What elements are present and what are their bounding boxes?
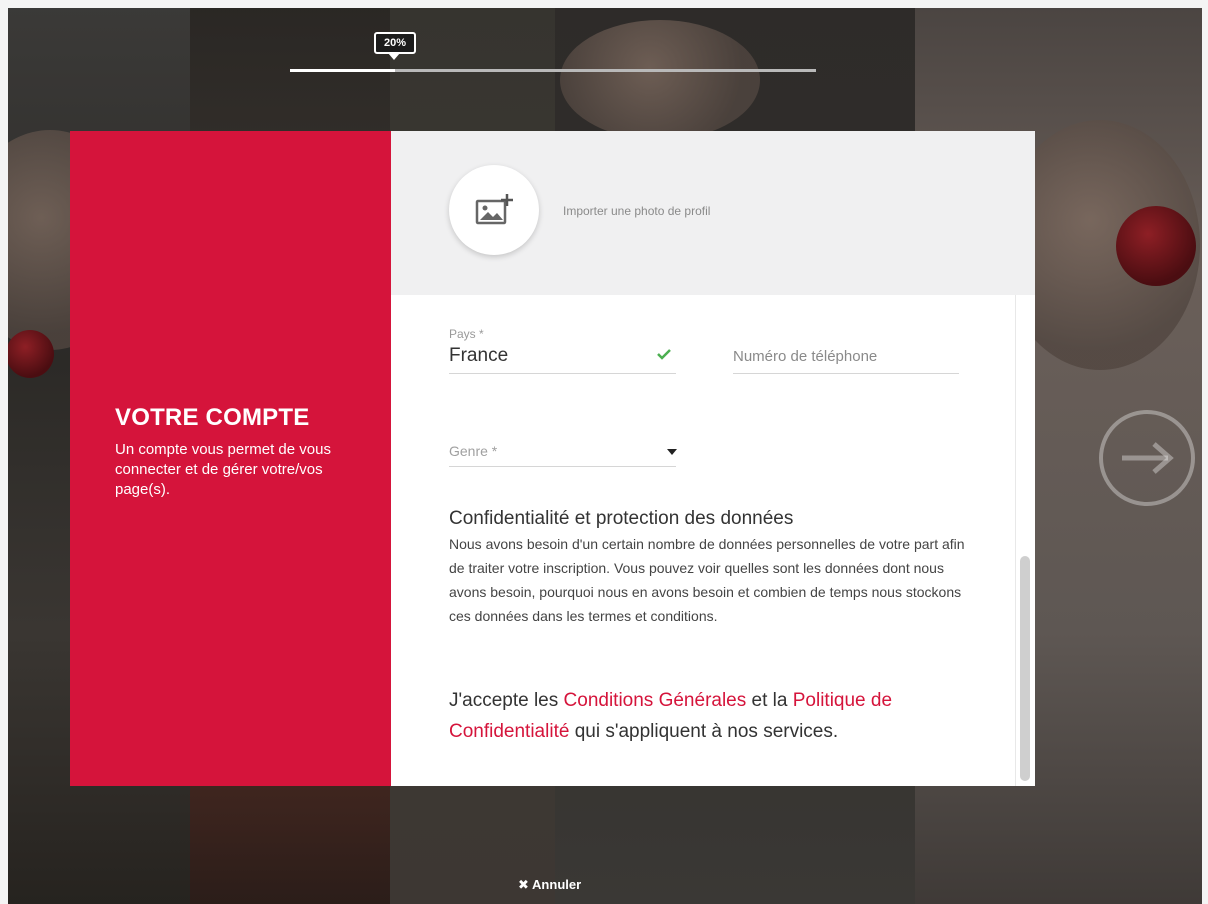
terms-suffix: qui s'appliquent à nos services. [569,721,839,742]
genre-select[interactable]: Genre * [449,443,497,459]
cancel-label: Annuler [532,877,582,892]
terms-prefix: J'accepte les [449,690,564,711]
registration-form-card: Importer une photo de profil Pays * Fran… [391,131,1035,786]
check-icon [657,349,671,360]
progress-bar [290,69,816,72]
privacy-title: Confidentialité et protection des donnée… [449,508,794,529]
panel-title: VOTRE COMPTE [115,404,310,431]
account-info-panel: VOTRE COMPTE Un compte vous permet de vo… [70,131,391,786]
cancel-button[interactable]: ✖ Annuler [518,877,581,893]
page-border [0,0,8,904]
terms-acceptance: J'accepte les Conditions Générales et la… [449,685,979,747]
registration-form: Pays * France Numéro de téléphone Genre … [391,295,1015,786]
profile-photo-section: Importer une photo de profil [391,131,1035,295]
upload-photo-button[interactable] [449,165,539,255]
form-scrollbar-thumb[interactable] [1020,556,1030,781]
progress-bar-fill [290,69,396,72]
pays-select[interactable]: France [449,345,508,367]
terms-link[interactable]: Conditions Générales [564,690,747,711]
privacy-text: Nous avons besoin d'un certain nombre de… [449,536,965,624]
page-border [1202,0,1208,904]
caret-down-icon [667,449,677,455]
arrow-right-circle-icon[interactable] [1098,409,1196,507]
phone-input[interactable]: Numéro de téléphone [733,348,877,365]
add-image-icon [475,194,513,225]
terms-middle: et la [746,690,793,711]
progress-percent-badge: 20% [374,32,416,60]
pays-label: Pays * [449,327,484,341]
close-icon: ✖ [518,877,529,892]
upload-photo-label[interactable]: Importer une photo de profil [563,204,710,218]
phone-underline [733,373,959,374]
panel-description: Un compte vous permet de vous connecter … [115,441,331,498]
page-border [0,0,1208,8]
pays-underline [449,373,676,374]
genre-underline [449,466,676,467]
